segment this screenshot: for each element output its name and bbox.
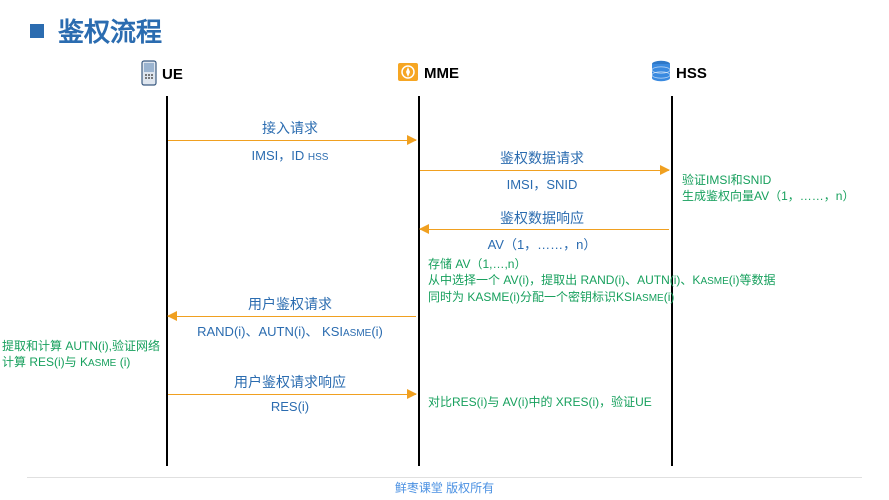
lifeline-ue xyxy=(166,96,168,466)
msg2-arrow xyxy=(420,170,669,171)
note-mme: 存储 AV（1,…,n） 从中选择一个 AV(i)，提取出 RAND(i)、AU… xyxy=(428,256,868,305)
database-icon xyxy=(650,60,672,88)
node-mme: MME xyxy=(396,60,459,88)
node-hss: HSS xyxy=(650,60,707,88)
msg5-label: 用户鉴权请求响应 xyxy=(170,372,410,392)
msg1-label: 接入请求 xyxy=(170,118,410,138)
msg2-label: 鉴权数据请求 xyxy=(422,148,662,168)
msg4-arrow xyxy=(168,316,416,317)
title-bullet-icon xyxy=(30,24,44,38)
msg1-sub: IMSI，ID HSS xyxy=(170,145,410,164)
msg1-arrow xyxy=(168,140,416,141)
footer-text: 鲜枣课堂 版权所有 xyxy=(0,479,889,496)
lifeline-mme xyxy=(418,96,420,466)
msg2-sub: IMSI，SNID xyxy=(422,174,662,193)
page-title: 鉴权流程 xyxy=(58,12,162,49)
msg4-label: 用户鉴权请求 xyxy=(170,294,410,314)
node-mme-label: MME xyxy=(424,65,459,82)
mme-icon xyxy=(396,60,420,88)
msg5-sub: RES(i) xyxy=(170,399,410,414)
msg4-sub: RAND(i)、AUTN(i)、 KSIASME(i) xyxy=(170,321,410,340)
msg3-sub: AV（1，……，n） xyxy=(422,234,662,253)
msg3-label: 鉴权数据响应 xyxy=(422,208,662,228)
node-hss-label: HSS xyxy=(676,65,707,82)
note-hss: 验证IMSI和SNID 生成鉴权向量AV（1，……，n） xyxy=(682,172,854,204)
footer-divider xyxy=(27,477,863,478)
node-ue: UE xyxy=(140,60,183,90)
phone-icon xyxy=(140,60,158,90)
note-verify: 对比RES(i)与 AV(i)中的 XRES(i)，验证UE xyxy=(428,394,652,410)
node-ue-label: UE xyxy=(162,66,183,83)
sequence-diagram: UE MME HSS 接入请求 IMSI，ID HSS 鉴权数据请求 IMSI，… xyxy=(0,60,889,480)
msg3-arrow xyxy=(420,229,669,230)
title-bar: 鉴权流程 xyxy=(0,0,889,57)
note-ue: 提取和计算 AUTN(i),验证网络 计算 RES(i)与 KASME (i) xyxy=(2,338,170,371)
msg5-arrow xyxy=(168,394,416,395)
